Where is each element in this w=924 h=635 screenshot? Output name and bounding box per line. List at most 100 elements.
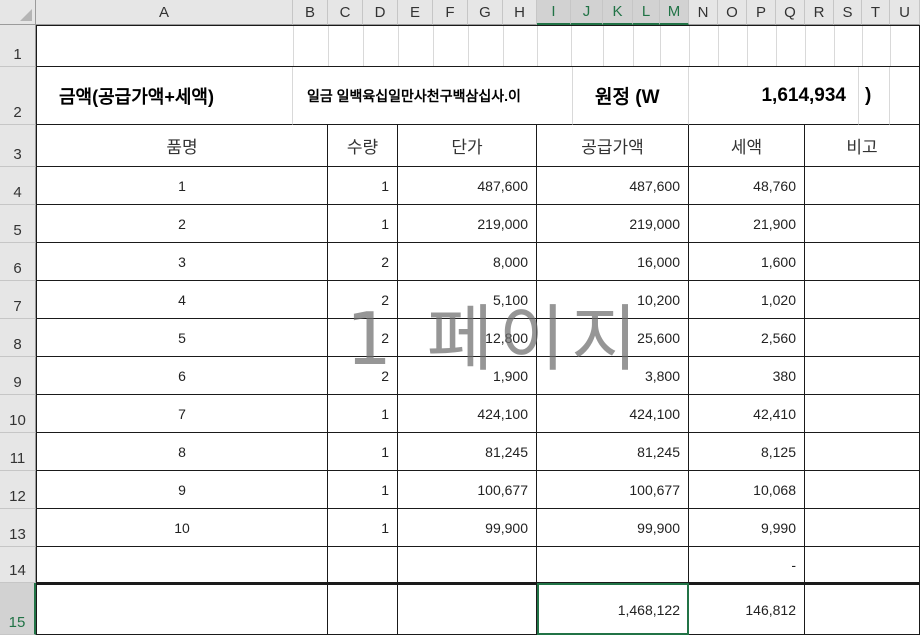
column-header-c[interactable]: C <box>328 0 363 25</box>
cell-row14-note[interactable] <box>805 547 920 583</box>
item-8-note-cell[interactable] <box>805 433 920 471</box>
cell-row14-qty[interactable] <box>328 547 398 583</box>
item-6-note-cell[interactable] <box>805 357 920 395</box>
item-2-name-cell[interactable]: 2 <box>36 205 328 243</box>
row-header-13[interactable]: 13 <box>0 509 36 547</box>
column-header-e[interactable]: E <box>398 0 433 25</box>
header-name[interactable]: 품명 <box>36 125 328 167</box>
column-header-m[interactable]: M <box>660 0 689 25</box>
item-7-name-cell[interactable]: 7 <box>36 395 328 433</box>
item-4-note-cell[interactable] <box>805 281 920 319</box>
item-7-note-cell[interactable] <box>805 395 920 433</box>
row-header-11[interactable]: 11 <box>0 433 36 471</box>
column-header-n[interactable]: N <box>689 0 718 25</box>
row-header-10[interactable]: 10 <box>0 395 36 433</box>
item-4-supply-cell[interactable]: 10,200 <box>537 281 689 319</box>
spreadsheet[interactable]: ABCDEFGHIJKLMNOPQRSTU 1 2 3 4 5 6 7 8 9 10 11 12 13 1… <box>0 0 924 635</box>
item-9-qty-cell[interactable]: 1 <box>328 471 398 509</box>
item-1-tax-cell[interactable]: 48,760 <box>689 167 805 205</box>
item-2-tax-cell[interactable]: 21,900 <box>689 205 805 243</box>
item-9-note-cell[interactable] <box>805 471 920 509</box>
amount-words-cell[interactable]: 일금 일백육십일만사천구백삼십사.이 <box>293 67 573 125</box>
cell-u2[interactable] <box>890 67 920 125</box>
header-note[interactable]: 비고 <box>805 125 920 167</box>
row-header-2[interactable]: 2 <box>0 67 36 125</box>
item-9-name-cell[interactable]: 9 <box>36 471 328 509</box>
item-1-price-cell[interactable]: 487,600 <box>398 167 537 205</box>
item-10-note-cell[interactable] <box>805 509 920 547</box>
item-8-qty-cell[interactable]: 1 <box>328 433 398 471</box>
column-header-p[interactable]: P <box>747 0 776 25</box>
column-header-l[interactable]: L <box>633 0 660 25</box>
item-3-qty-cell[interactable]: 2 <box>328 243 398 281</box>
item-7-price-cell[interactable]: 424,100 <box>398 395 537 433</box>
item-10-price-cell[interactable]: 99,900 <box>398 509 537 547</box>
header-price[interactable]: 단가 <box>398 125 537 167</box>
row-header-3[interactable]: 3 <box>0 125 36 167</box>
row-header-5[interactable]: 5 <box>0 205 36 243</box>
cell-row15-qty[interactable] <box>328 583 398 635</box>
item-4-qty-cell[interactable]: 2 <box>328 281 398 319</box>
column-header-t[interactable]: T <box>862 0 890 25</box>
item-6-qty-cell[interactable]: 2 <box>328 357 398 395</box>
column-header-r[interactable]: R <box>805 0 834 25</box>
item-5-tax-cell[interactable]: 2,560 <box>689 319 805 357</box>
item-5-note-cell[interactable] <box>805 319 920 357</box>
row-header-12[interactable]: 12 <box>0 471 36 509</box>
column-header-h[interactable]: H <box>503 0 537 25</box>
item-7-supply-cell[interactable]: 424,100 <box>537 395 689 433</box>
item-3-name-cell[interactable]: 3 <box>36 243 328 281</box>
header-tax[interactable]: 세액 <box>689 125 805 167</box>
cell-row1-merged[interactable] <box>36 25 920 67</box>
item-4-name-cell[interactable]: 4 <box>36 281 328 319</box>
cell-row14-name[interactable] <box>36 547 328 583</box>
column-header-g[interactable]: G <box>468 0 503 25</box>
cell-row15-note[interactable] <box>805 583 920 635</box>
column-header-a[interactable]: A <box>36 0 293 25</box>
item-4-price-cell[interactable]: 5,100 <box>398 281 537 319</box>
won-label-cell[interactable]: 원정 (W <box>573 67 689 125</box>
column-header-q[interactable]: Q <box>776 0 805 25</box>
total-tax-cell[interactable]: 146,812 <box>689 583 805 635</box>
amount-label-cell[interactable]: 금액(공급가액+세액) <box>36 67 293 125</box>
column-header-j[interactable]: J <box>571 0 603 25</box>
item-6-supply-cell[interactable]: 3,800 <box>537 357 689 395</box>
cell-row15-name[interactable] <box>36 583 328 635</box>
item-3-price-cell[interactable]: 8,000 <box>398 243 537 281</box>
item-10-name-cell[interactable]: 10 <box>36 509 328 547</box>
item-4-tax-cell[interactable]: 1,020 <box>689 281 805 319</box>
column-header-i[interactable]: I <box>537 0 571 25</box>
row-header-8[interactable]: 8 <box>0 319 36 357</box>
item-5-supply-cell[interactable]: 25,600 <box>537 319 689 357</box>
item-6-tax-cell[interactable]: 380 <box>689 357 805 395</box>
row-header-4[interactable]: 4 <box>0 167 36 205</box>
item-2-qty-cell[interactable]: 1 <box>328 205 398 243</box>
row-header-15[interactable]: 15 <box>0 583 36 635</box>
cell-row14-tax[interactable]: - <box>689 547 805 583</box>
item-8-price-cell[interactable]: 81,245 <box>398 433 537 471</box>
item-10-qty-cell[interactable]: 1 <box>328 509 398 547</box>
item-3-tax-cell[interactable]: 1,600 <box>689 243 805 281</box>
row-header-1[interactable]: 1 <box>0 25 36 67</box>
total-amount-cell[interactable]: 1,614,934 <box>689 67 859 125</box>
item-8-supply-cell[interactable]: 81,245 <box>537 433 689 471</box>
total-supply-cell[interactable]: 1,468,122 <box>537 583 689 635</box>
row-header-7[interactable]: 7 <box>0 281 36 319</box>
item-5-qty-cell[interactable]: 2 <box>328 319 398 357</box>
item-7-tax-cell[interactable]: 42,410 <box>689 395 805 433</box>
item-7-qty-cell[interactable]: 1 <box>328 395 398 433</box>
header-supply[interactable]: 공급가액 <box>537 125 689 167</box>
item-9-supply-cell[interactable]: 100,677 <box>537 471 689 509</box>
item-2-note-cell[interactable] <box>805 205 920 243</box>
row-header-6[interactable]: 6 <box>0 243 36 281</box>
item-5-price-cell[interactable]: 12,800 <box>398 319 537 357</box>
cell-row14-price[interactable] <box>398 547 537 583</box>
column-header-s[interactable]: S <box>834 0 862 25</box>
item-6-name-cell[interactable]: 6 <box>36 357 328 395</box>
item-6-price-cell[interactable]: 1,900 <box>398 357 537 395</box>
select-all-corner[interactable] <box>0 0 36 25</box>
item-10-supply-cell[interactable]: 99,900 <box>537 509 689 547</box>
item-2-supply-cell[interactable]: 219,000 <box>537 205 689 243</box>
item-1-note-cell[interactable] <box>805 167 920 205</box>
column-header-u[interactable]: U <box>890 0 920 25</box>
